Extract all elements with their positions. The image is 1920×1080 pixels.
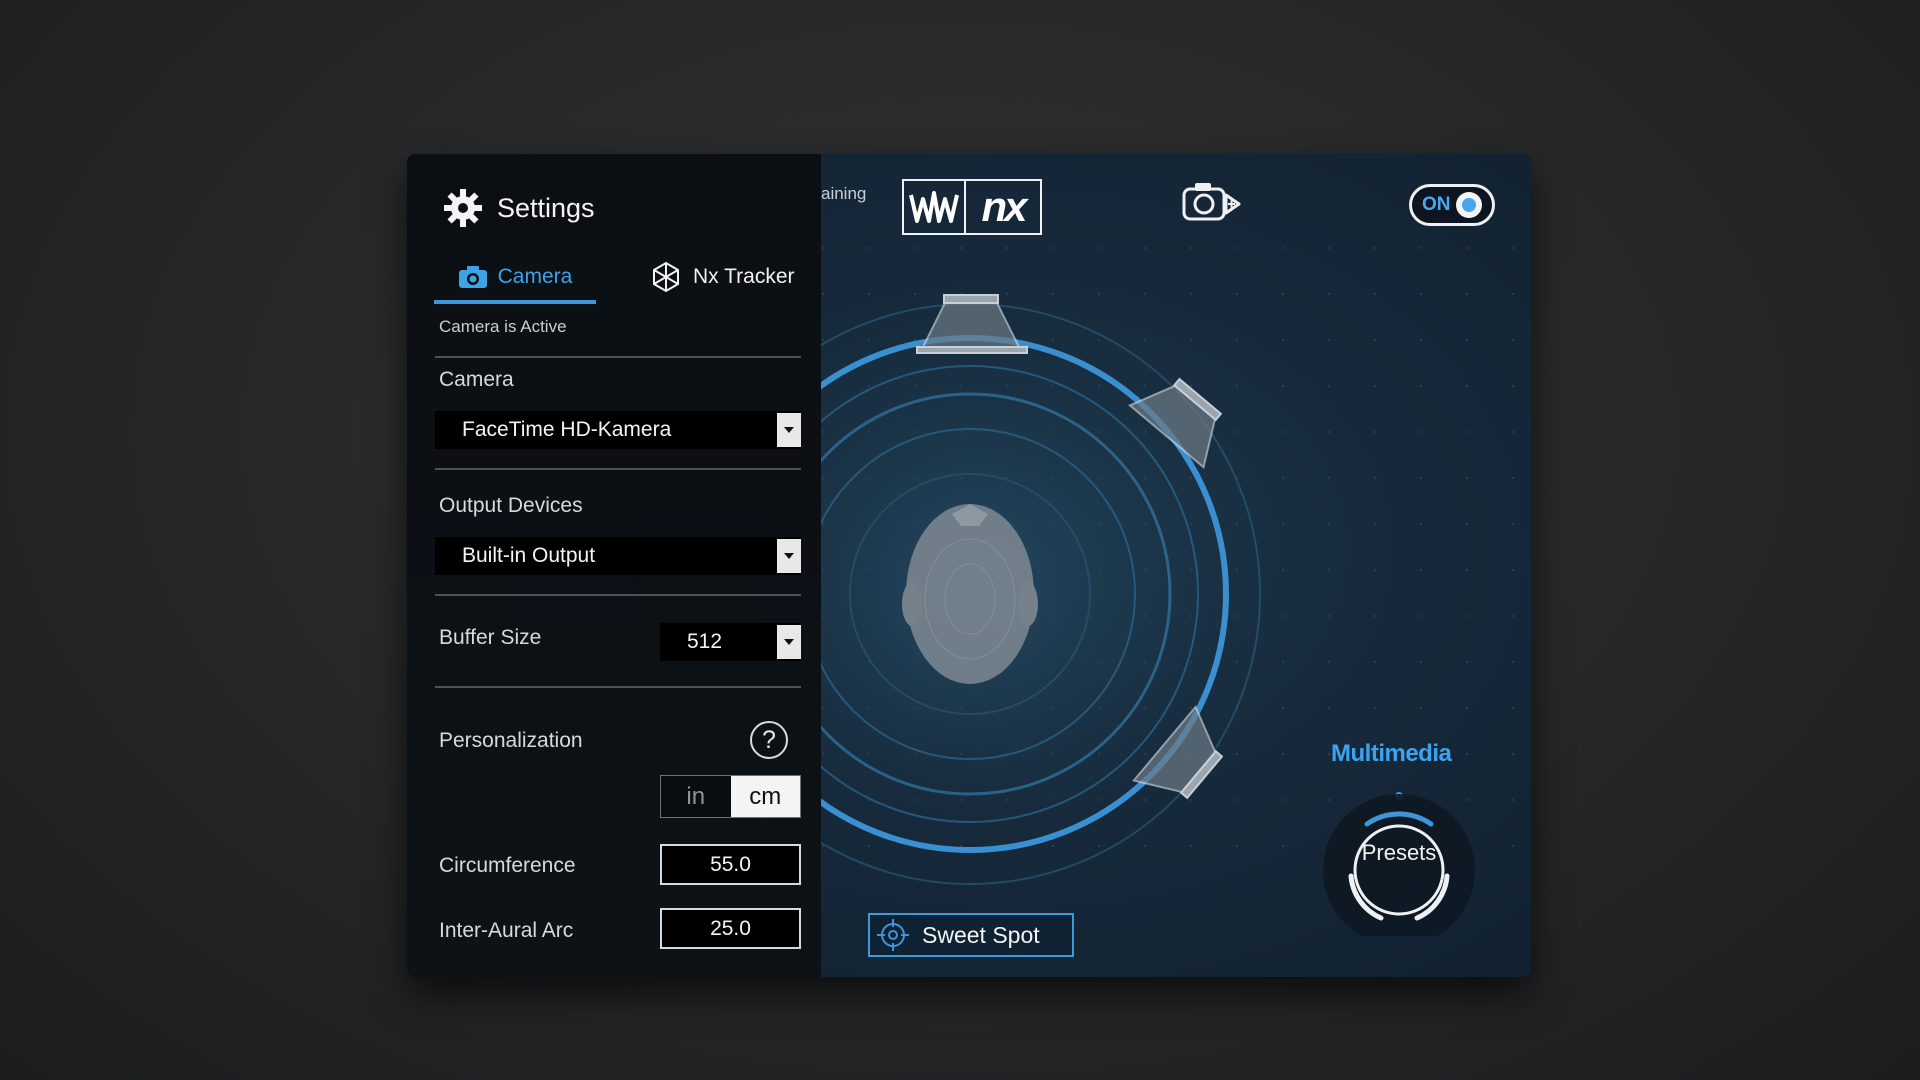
circumference-label: Circumference bbox=[439, 854, 576, 877]
tab-nx-tracker-label: Nx Tracker bbox=[693, 265, 795, 288]
waves-nx-logo: nx bbox=[902, 179, 1042, 235]
camera-status: Camera is Active bbox=[439, 317, 567, 336]
tracker-status-partial: aining bbox=[821, 184, 867, 203]
inter-aural-arc-input[interactable]: 25.0 bbox=[660, 908, 801, 949]
unit-toggle: in cm bbox=[660, 775, 801, 818]
tab-camera[interactable]: Camera bbox=[434, 254, 596, 304]
output-device-select-value: Built-in Output bbox=[462, 544, 596, 567]
preset-category-label: Multimedia bbox=[1331, 740, 1452, 767]
inter-aural-arc-label: Inter-Aural Arc bbox=[439, 919, 574, 942]
power-toggle-label: ON bbox=[1422, 194, 1451, 215]
help-icon[interactable]: ? bbox=[750, 721, 788, 759]
chevron-down-icon[interactable] bbox=[777, 625, 801, 659]
settings-tabs: Camera Nx Tracker bbox=[427, 254, 807, 304]
unit-in-button[interactable]: in bbox=[661, 776, 731, 817]
power-toggle[interactable]: ON bbox=[1409, 184, 1495, 226]
sweet-spot-button[interactable]: Sweet Spot bbox=[868, 913, 1074, 957]
camera-calibrate-button[interactable] bbox=[1181, 177, 1243, 227]
circumference-input[interactable]: 55.0 bbox=[660, 844, 801, 885]
presets-label: Presets bbox=[1361, 840, 1437, 865]
output-device-select[interactable]: Built-in Output bbox=[435, 537, 801, 575]
panel-title: Settings bbox=[497, 192, 595, 223]
camera-select-value: FaceTime HD-Kamera bbox=[462, 418, 672, 441]
buffer-size-label: Buffer Size bbox=[439, 626, 542, 649]
nx-tracker-icon bbox=[653, 261, 679, 293]
camera-icon bbox=[458, 266, 487, 288]
personalization-label: Personalization bbox=[439, 729, 583, 752]
crosshair-icon bbox=[877, 919, 909, 951]
chevron-down-icon[interactable] bbox=[777, 539, 801, 573]
divider bbox=[435, 356, 801, 358]
buffer-size-select[interactable]: 512 bbox=[660, 623, 801, 661]
divider bbox=[435, 686, 801, 688]
divider bbox=[435, 468, 801, 470]
nx-app-window: aining nx ON Sweet Spot Multimedia Prese… bbox=[407, 154, 1531, 977]
tab-camera-label: Camera bbox=[497, 265, 573, 288]
gear-icon bbox=[444, 189, 482, 227]
chevron-down-icon[interactable] bbox=[777, 413, 801, 447]
camera-label: Camera bbox=[439, 368, 514, 391]
waves-logo-icon bbox=[904, 181, 966, 233]
panel-header: Settings bbox=[443, 186, 595, 230]
buffer-size-select-value: 512 bbox=[687, 630, 723, 653]
output-devices-label: Output Devices bbox=[439, 494, 583, 517]
settings-panel: Settings Camera Nx Tracker Camera is Act… bbox=[407, 154, 821, 977]
camera-add-icon bbox=[1182, 183, 1241, 221]
nx-logo-text: nx bbox=[981, 183, 1027, 230]
power-toggle-knob bbox=[1455, 192, 1482, 218]
tab-nx-tracker[interactable]: Nx Tracker bbox=[649, 254, 809, 300]
unit-cm-button[interactable]: cm bbox=[730, 776, 800, 817]
camera-select[interactable]: FaceTime HD-Kamera bbox=[435, 411, 801, 449]
sweet-spot-label: Sweet Spot bbox=[922, 921, 1040, 948]
divider bbox=[435, 594, 801, 596]
